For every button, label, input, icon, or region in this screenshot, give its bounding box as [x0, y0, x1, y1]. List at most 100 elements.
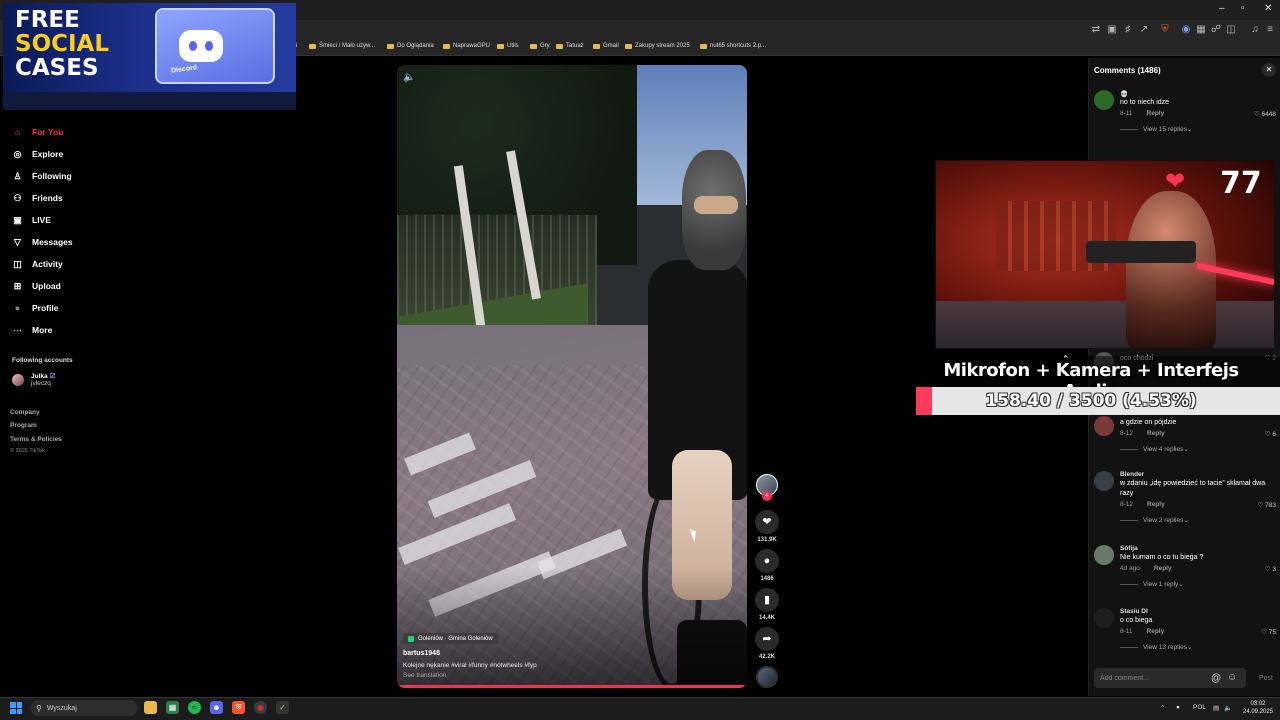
comment-author[interactable]: 💀: [1120, 90, 1128, 98]
sidebar-item-explore[interactable]: ◎ Explore: [12, 146, 64, 162]
windows-start-icon[interactable]: [10, 702, 22, 714]
view-replies-button[interactable]: View 15 replies ⌄: [1120, 125, 1192, 133]
close-window-icon[interactable]: ✕: [1264, 3, 1272, 14]
sidebar-item-messages[interactable]: ▽ Messages: [12, 234, 73, 250]
mention-icon[interactable]: @: [1211, 673, 1221, 684]
view-replies-button[interactable]: View 1 reply ⌄: [1120, 580, 1184, 588]
avatar[interactable]: [1094, 471, 1114, 491]
footer-company[interactable]: Company: [10, 409, 40, 416]
emoji-icon[interactable]: ☺: [1227, 672, 1237, 683]
bookmark-item[interactable]: Śmieci / Mało używ...: [309, 43, 375, 49]
bookmark-item[interactable]: i: [296, 43, 297, 49]
bookmark-item[interactable]: Gmail: [593, 43, 619, 49]
sidebar-icon[interactable]: ◫: [1225, 24, 1237, 36]
chevron-down-icon: ⌄: [1183, 446, 1189, 453]
cast-icon[interactable]: ▣: [1106, 24, 1118, 36]
extension-icon[interactable]: ⇄: [1090, 24, 1102, 36]
comment-like-button[interactable]: ♡ 75: [1226, 628, 1276, 636]
spotify-icon[interactable]: ≈: [188, 701, 201, 714]
brave-shield-icon[interactable]: ⛨: [1159, 24, 1171, 36]
app-icon[interactable]: ✓: [276, 701, 289, 714]
store-icon[interactable]: ▦: [166, 701, 179, 714]
bookmark-item[interactable]: Do Oglądania: [387, 43, 434, 49]
view-replies-button[interactable]: View 4 replies ⌄: [1120, 445, 1189, 453]
comment-like-button[interactable]: ♡ 6: [1226, 430, 1276, 438]
brave-browser-icon[interactable]: ⛨: [232, 701, 245, 714]
menu-icon[interactable]: ≡: [1264, 24, 1276, 36]
bookmark-item[interactable]: Zakupy stream 2025: [625, 43, 690, 49]
sidebar-item-live[interactable]: ▣ LIVE: [12, 212, 51, 228]
view-replies-button[interactable]: View 13 replies ⌄: [1120, 643, 1192, 651]
music-disc-icon[interactable]: [756, 666, 778, 688]
post-comment-button[interactable]: Post: [1259, 675, 1273, 682]
avatar[interactable]: [1094, 545, 1114, 565]
video-author[interactable]: bartus1948: [403, 650, 440, 657]
puzzle-icon[interactable]: ☍: [1210, 24, 1222, 36]
volume-icon[interactable]: 🔈: [1224, 704, 1232, 712]
account-handle[interactable]: jvleczq: [31, 380, 51, 387]
bookmark-item[interactable]: Tatuaż: [556, 43, 584, 49]
account-name[interactable]: Julka ☑: [31, 372, 55, 380]
extension-icon[interactable]: ▦: [1195, 24, 1207, 36]
follow-plus-icon[interactable]: +: [762, 491, 772, 501]
chevron-up-icon[interactable]: ⌃: [1160, 704, 1165, 712]
reply-button[interactable]: Reply: [1147, 628, 1165, 635]
network-icon[interactable]: ▤: [1213, 704, 1219, 712]
extension-icon[interactable]: ◉: [1180, 24, 1192, 36]
bookmark-item[interactable]: NaprawaGPU: [443, 43, 490, 49]
reply-button[interactable]: Reply: [1154, 565, 1172, 572]
music-icon[interactable]: ♫: [1249, 24, 1261, 36]
reply-button[interactable]: Reply: [1147, 501, 1165, 508]
heart-outline-icon: ♡: [1253, 111, 1262, 118]
comment-author[interactable]: Sófija: [1120, 545, 1138, 552]
bookmark-icon: ▮: [763, 594, 771, 606]
see-translation-link[interactable]: See translation: [403, 672, 446, 679]
sidebar-item-friends[interactable]: ⚇ Friends: [12, 190, 62, 206]
share-button[interactable]: ➦: [755, 627, 779, 651]
language-indicator[interactable]: POL: [1193, 704, 1206, 711]
live-icon: ▣: [13, 214, 22, 225]
like-button[interactable]: ❤: [755, 510, 779, 534]
reply-button[interactable]: Reply: [1147, 430, 1165, 437]
video-player[interactable]: 🔈: [397, 65, 747, 688]
avatar[interactable]: [1094, 90, 1114, 110]
bookmark-item[interactable]: nut65 shortcuts 2.p...: [700, 43, 766, 49]
video-progress-bar[interactable]: [397, 685, 747, 688]
sidebar-item-following[interactable]: ♙ Following: [12, 168, 71, 184]
share-icon[interactable]: ↗: [1138, 24, 1150, 36]
comment-like-button[interactable]: ♡ 783: [1226, 501, 1277, 509]
sidebar-item-upload[interactable]: ⊞ Upload: [12, 278, 61, 294]
sidebar-item-more[interactable]: ⋯ More: [12, 322, 52, 338]
bookmark-item[interactable]: Gry: [530, 43, 550, 49]
comment-author[interactable]: Stasiu DI: [1120, 608, 1148, 615]
sidebar-item-profile[interactable]: ● Profile: [12, 300, 59, 316]
reply-button[interactable]: Reply: [1147, 110, 1165, 117]
file-explorer-icon[interactable]: [144, 701, 157, 714]
volume-icon[interactable]: 🔈: [403, 72, 415, 83]
footer-program[interactable]: Program: [10, 422, 37, 429]
sidebar-item-activity[interactable]: ◫ Activity: [12, 256, 62, 272]
avatar[interactable]: [1094, 416, 1114, 436]
avatar[interactable]: [12, 374, 24, 386]
sidebar-item-for-you[interactable]: ⌂ For You: [12, 124, 64, 140]
comment-input[interactable]: [1094, 668, 1246, 688]
taskbar-clock[interactable]: 03:02 24.09.2025: [1240, 700, 1276, 716]
mic-icon[interactable]: ●: [1176, 704, 1180, 711]
comment-button[interactable]: ●: [755, 549, 779, 573]
save-button[interactable]: ▮: [755, 588, 779, 612]
comment-author[interactable]: Blender: [1120, 471, 1144, 478]
comment-like-button[interactable]: ♡ 3: [1226, 565, 1276, 573]
minimize-icon[interactable]: –: [1219, 3, 1225, 14]
footer-terms[interactable]: Terms & Policies: [10, 436, 62, 443]
comment-like-button[interactable]: ♡ 6448: [1226, 110, 1276, 118]
taskbar-search[interactable]: ⚲ Wyszukaj: [30, 700, 138, 716]
maximize-icon[interactable]: ▫: [1241, 3, 1245, 14]
app-icon[interactable]: ◉: [254, 701, 267, 714]
location-chip[interactable]: Goleniów · Gmina Goleniów: [403, 633, 498, 644]
avatar[interactable]: [1094, 608, 1114, 628]
view-replies-button[interactable]: View 2 replies ⌄: [1120, 516, 1189, 524]
translate-icon[interactable]: ♯: [1122, 24, 1134, 36]
close-comments-button[interactable]: ✕: [1262, 63, 1276, 77]
discord-icon[interactable]: ☻: [210, 701, 223, 714]
bookmark-item[interactable]: Utils: [497, 43, 519, 49]
